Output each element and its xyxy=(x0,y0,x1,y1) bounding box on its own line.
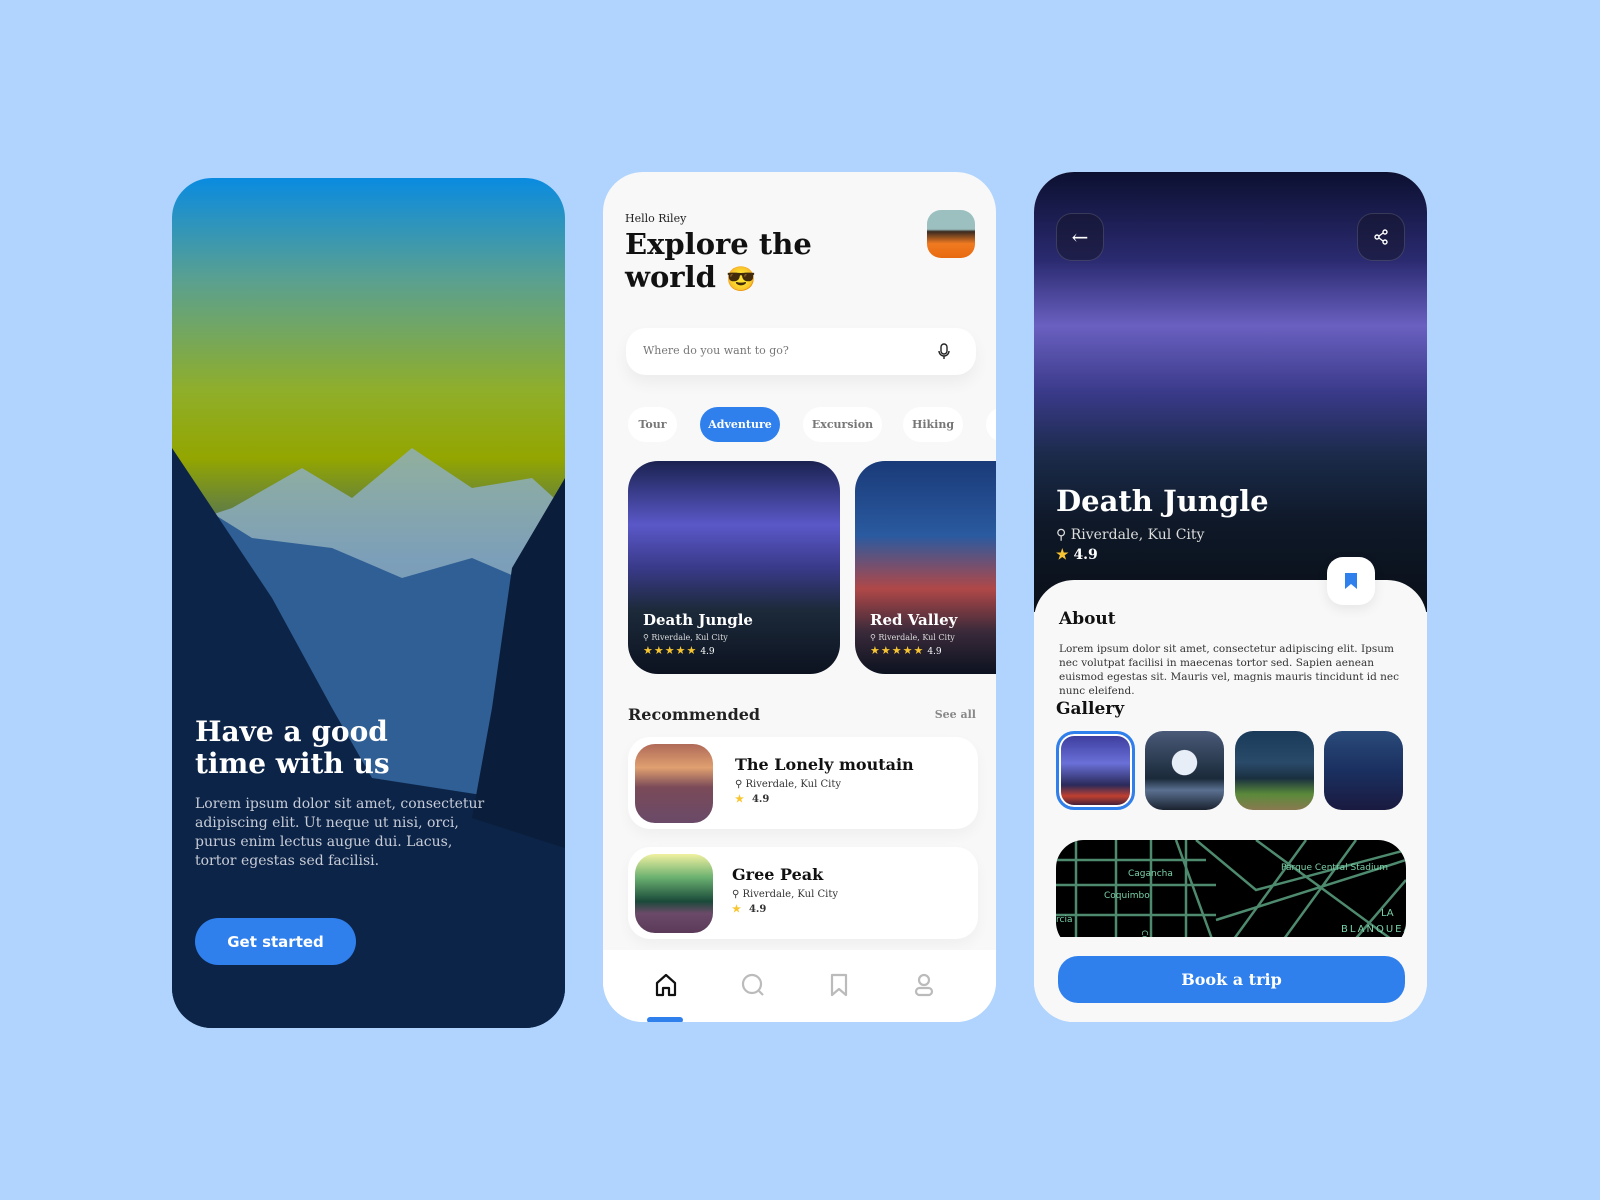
detail-screen: ← Death Jungle ⚲ Riverdale, Kul City ★ 4… xyxy=(1034,172,1427,1022)
active-tab-indicator xyxy=(647,1017,683,1022)
onboarding-body: Lorem ipsum dolor sit amet, consectetur … xyxy=(195,796,485,869)
item-title: The Lonely moutain xyxy=(735,755,914,774)
map-label: Coquimbo xyxy=(1104,891,1150,901)
location-pin-icon: ⚲ xyxy=(1056,527,1067,543)
map-label: Parque Central Stadium xyxy=(1281,863,1388,873)
featured-card[interactable]: Death Jungle ⚲ Riverdale, Kul City ★★★★★… xyxy=(628,461,840,674)
profile-icon[interactable] xyxy=(911,972,937,998)
list-item[interactable]: The Lonely moutain ⚲ Riverdale, Kul City… xyxy=(628,737,978,829)
share-button[interactable] xyxy=(1357,213,1405,261)
recommended-heading: Recommended xyxy=(628,705,761,724)
arrow-left-icon: ← xyxy=(1071,225,1089,249)
bookmark-icon[interactable] xyxy=(826,972,852,998)
about-text: Lorem ipsum dolor sit amet, consectetur … xyxy=(1059,643,1400,697)
about-heading: About xyxy=(1059,609,1116,629)
title-line-2: time with us xyxy=(195,747,390,780)
gallery-thumbnail[interactable] xyxy=(1235,731,1314,810)
card-location: ⚲ Riverdale, Kul City xyxy=(643,633,728,642)
item-rating: ★ 4.9 xyxy=(735,794,770,805)
avatar[interactable] xyxy=(927,210,975,258)
sunglasses-emoji-icon: 😎 xyxy=(726,264,756,293)
item-rating: ★ 4.9 xyxy=(732,904,767,915)
category-hiking[interactable]: Hiking xyxy=(903,407,963,442)
bookmark-filled-icon xyxy=(1345,573,1357,589)
onboarding-title: Have a good time with us xyxy=(195,716,390,780)
map-label: Cagancha xyxy=(1128,869,1173,879)
featured-card[interactable]: Red Valley ⚲ Riverdale, Kul City ★★★★★ 4.… xyxy=(855,461,996,674)
location-map[interactable]: Parque Central Stadium Cagancha Coquimbo… xyxy=(1056,840,1406,950)
place-location: ⚲ Riverdale, Kul City xyxy=(1056,527,1205,543)
category-more[interactable] xyxy=(986,407,996,442)
search-icon[interactable] xyxy=(740,972,766,998)
category-adventure[interactable]: Adventure xyxy=(700,407,780,442)
thumbnail xyxy=(635,744,713,823)
gallery-thumbnail-selected[interactable] xyxy=(1056,731,1135,810)
gallery-thumbnail[interactable] xyxy=(1324,731,1403,810)
card-title: Red Valley xyxy=(870,611,958,629)
category-excursion[interactable]: Excursion xyxy=(803,407,882,442)
title-line-1: Explore the xyxy=(625,227,812,261)
map-label: BLANQUEA xyxy=(1341,924,1406,935)
microphone-icon[interactable] xyxy=(938,343,950,360)
page-title: Explore the world 😎 xyxy=(625,228,812,295)
home-icon[interactable] xyxy=(653,972,679,998)
greeting: Hello Riley xyxy=(625,212,687,225)
card-location: ⚲ Riverdale, Kul City xyxy=(870,633,955,642)
star-icon: ★ xyxy=(1056,547,1069,563)
card-rating: ★★★★★ 4.9 xyxy=(870,644,942,657)
map-label: rcia xyxy=(1056,915,1072,925)
card-rating: ★★★★★ 4.9 xyxy=(643,644,715,657)
place-rating: ★ 4.9 xyxy=(1056,547,1098,563)
bookmark-button[interactable] xyxy=(1327,557,1375,605)
see-all-link[interactable]: See all xyxy=(935,708,976,721)
book-trip-button[interactable]: Book a trip xyxy=(1058,956,1405,1003)
title-line-2: world xyxy=(625,260,716,294)
back-button[interactable]: ← xyxy=(1056,213,1104,261)
get-started-button[interactable]: Get started xyxy=(195,918,356,965)
gallery-heading: Gallery xyxy=(1056,699,1125,719)
title-line-1: Have a good xyxy=(195,715,388,748)
onboarding-screen: Have a good time with us Lorem ipsum dol… xyxy=(172,178,565,1028)
card-title: Death Jungle xyxy=(643,611,753,629)
map-label: LA xyxy=(1381,908,1394,919)
search-placeholder: Where do you want to go? xyxy=(643,344,789,357)
map-streets: Parque Central Stadium Cagancha Coquimbo… xyxy=(1056,840,1406,950)
share-icon xyxy=(1374,229,1388,245)
thumbnail xyxy=(635,854,713,933)
home-screen: Hello Riley Explore the world 😎 Where do… xyxy=(603,172,996,1022)
gallery-thumbnail[interactable] xyxy=(1145,731,1224,810)
category-tour[interactable]: Tour xyxy=(628,407,677,442)
list-item[interactable]: Gree Peak ⚲ Riverdale, Kul City ★ 4.9 xyxy=(628,847,978,939)
place-title: Death Jungle xyxy=(1056,484,1269,518)
item-location: ⚲ Riverdale, Kul City xyxy=(735,779,842,790)
item-location: ⚲ Riverdale, Kul City xyxy=(732,889,839,900)
item-title: Gree Peak xyxy=(732,865,824,884)
search-input[interactable]: Where do you want to go? xyxy=(626,328,976,375)
